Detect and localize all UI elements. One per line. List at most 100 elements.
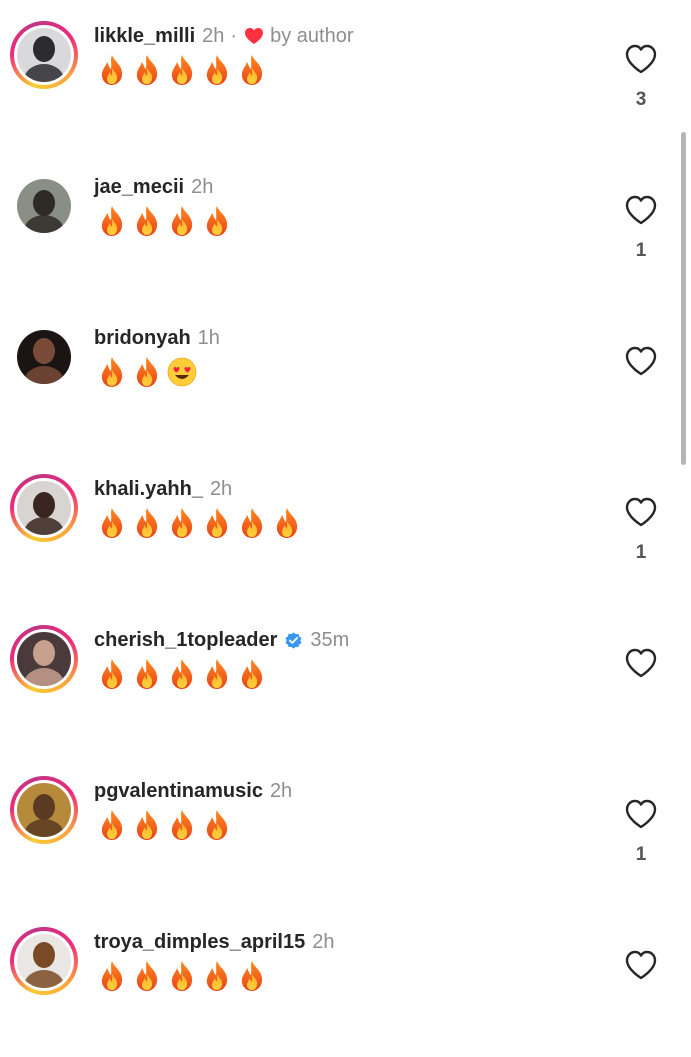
avatar[interactable] <box>17 28 71 82</box>
story-ring-gap <box>14 780 74 840</box>
fire-emoji-icon <box>132 658 162 690</box>
fire-emoji-icon <box>237 960 267 992</box>
fire-emoji-icon <box>132 356 162 388</box>
avatar-frame[interactable] <box>10 172 78 240</box>
comment-item: jae_mecii 2h 1 <box>0 151 691 302</box>
fire-emoji-icon <box>97 960 127 992</box>
comment-meta: bridonyah 1h <box>94 324 220 352</box>
heart-outline-icon <box>624 496 658 528</box>
like-count[interactable]: 1 <box>611 542 671 564</box>
fire-emoji-icon <box>97 507 127 539</box>
heart-outline-icon <box>624 194 658 226</box>
comment-text <box>97 807 232 843</box>
comment-meta: jae_mecii 2h <box>94 173 213 201</box>
fire-emoji-icon <box>132 54 162 86</box>
story-ring-gap <box>14 25 74 85</box>
comment-text <box>97 656 267 692</box>
like-button[interactable] <box>624 949 658 981</box>
comment-text <box>97 203 232 239</box>
comment-item: cherish_1topleader 35m <box>0 604 691 755</box>
story-ring[interactable] <box>10 21 78 89</box>
fire-emoji-icon <box>272 507 302 539</box>
liked-by-author-label: by author <box>270 24 354 47</box>
heart-outline-icon <box>624 798 658 830</box>
fire-emoji-icon <box>167 507 197 539</box>
comment-time: 2h <box>191 175 214 198</box>
fire-emoji-icon <box>97 658 127 690</box>
comment-time: 35m <box>310 628 350 651</box>
like-count[interactable]: 3 <box>611 89 671 111</box>
heart-outline-icon <box>624 43 658 75</box>
fire-emoji-icon <box>237 54 267 86</box>
story-ring[interactable] <box>10 474 78 542</box>
scrollbar[interactable] <box>681 132 686 465</box>
comment-meta: likkle_milli 2h · by author <box>94 22 353 50</box>
fire-emoji-icon <box>202 54 232 86</box>
username[interactable]: jae_mecii <box>94 176 184 199</box>
heart-eyes-emoji-icon <box>167 356 197 388</box>
comment-item: troya_dimples_april15 2h <box>0 906 691 1057</box>
heart-filled-icon <box>244 27 264 45</box>
fire-emoji-icon <box>97 54 127 86</box>
story-ring[interactable] <box>10 625 78 693</box>
avatar[interactable] <box>17 179 71 233</box>
username[interactable]: cherish_1topleader <box>94 629 277 652</box>
like-button[interactable] <box>624 798 658 830</box>
comment-text <box>97 505 302 541</box>
comment-time: 2h <box>209 477 233 500</box>
comment-time: 2h <box>202 24 225 47</box>
comment-time: 2h <box>269 779 293 802</box>
story-ring-gap <box>14 931 74 991</box>
comment-meta: pgvalentinamusic 2h <box>94 777 292 805</box>
like-button[interactable] <box>624 194 658 226</box>
meta-separator: · <box>230 24 238 47</box>
story-ring[interactable] <box>10 927 78 995</box>
fire-emoji-icon <box>167 809 197 841</box>
fire-emoji-icon <box>202 809 232 841</box>
comment-text <box>97 52 267 88</box>
comment-time: 2h <box>312 930 335 953</box>
username[interactable]: troya_dimples_april15 <box>94 931 305 954</box>
fire-emoji-icon <box>132 809 162 841</box>
comment-meta: khali.yahh_ 2h <box>94 475 232 503</box>
heart-outline-icon <box>624 949 658 981</box>
username[interactable]: khali.yahh_ <box>94 478 203 501</box>
fire-emoji-icon <box>202 960 232 992</box>
comment-item: likkle_milli 2h · by author 3 <box>0 0 691 151</box>
fire-emoji-icon <box>202 507 232 539</box>
fire-emoji-icon <box>97 205 127 237</box>
fire-emoji-icon <box>237 658 267 690</box>
like-count[interactable]: 1 <box>611 240 671 262</box>
story-ring-gap <box>14 629 74 689</box>
like-count[interactable]: 1 <box>611 844 671 866</box>
story-ring-gap <box>14 478 74 538</box>
username[interactable]: likkle_milli <box>94 25 195 48</box>
avatar[interactable] <box>17 934 71 988</box>
avatar[interactable] <box>17 330 71 384</box>
avatar[interactable] <box>17 632 71 686</box>
fire-emoji-icon <box>97 356 127 388</box>
avatar[interactable] <box>17 481 71 535</box>
comment-meta: cherish_1topleader 35m <box>94 626 349 654</box>
fire-emoji-icon <box>132 507 162 539</box>
fire-emoji-icon <box>167 960 197 992</box>
like-button[interactable] <box>624 43 658 75</box>
comment-text <box>97 354 197 390</box>
like-button[interactable] <box>624 496 658 528</box>
fire-emoji-icon <box>132 960 162 992</box>
username[interactable]: bridonyah <box>94 327 191 350</box>
comment-item: pgvalentinamusic 2h 1 <box>0 755 691 906</box>
fire-emoji-icon <box>97 809 127 841</box>
username[interactable]: pgvalentinamusic <box>94 780 263 803</box>
comment-list: likkle_milli 2h · by author 3 jae_mecii 2h 1 bri… <box>0 0 691 1024</box>
fire-emoji-icon <box>132 205 162 237</box>
comment-item: khali.yahh_ 2h 1 <box>0 453 691 604</box>
story-ring[interactable] <box>10 776 78 844</box>
fire-emoji-icon <box>202 205 232 237</box>
avatar-frame[interactable] <box>10 323 78 391</box>
verified-badge-icon <box>284 631 303 650</box>
like-button[interactable] <box>624 647 658 679</box>
comment-text <box>97 958 267 994</box>
like-button[interactable] <box>624 345 658 377</box>
avatar[interactable] <box>17 783 71 837</box>
